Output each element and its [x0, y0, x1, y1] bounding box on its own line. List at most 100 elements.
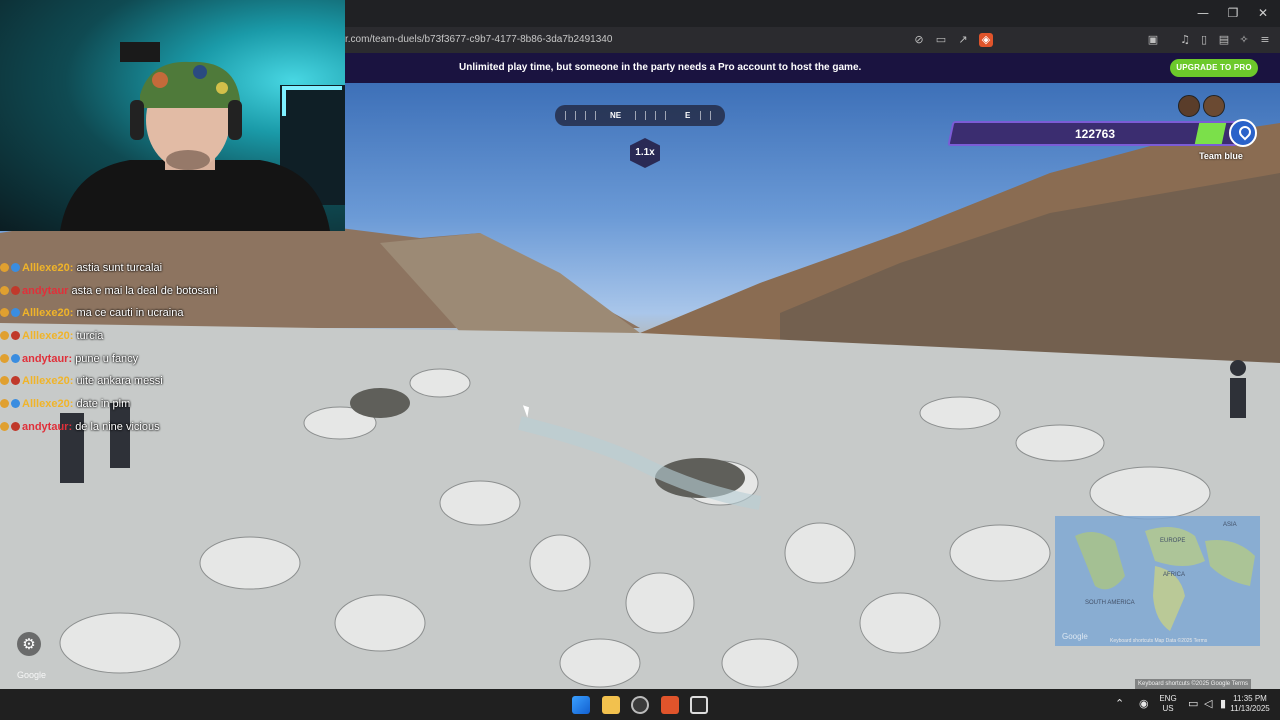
- health-bar-fill: [1194, 123, 1227, 144]
- chat-badge-icon: [11, 331, 20, 341]
- cast-icon[interactable]: ▭: [934, 33, 948, 47]
- wallet-icon[interactable]: ▤: [1217, 33, 1231, 47]
- chat-badge-icon: [0, 263, 9, 272]
- clock-date: 11/13/2025: [1230, 704, 1270, 713]
- compass-tick: [565, 111, 566, 120]
- chat-text: date in plm: [76, 398, 131, 411]
- start-windows-icon[interactable]: [572, 696, 590, 714]
- chat-message: andytaur asta e mai la deal de botosani: [0, 282, 330, 305]
- compass-tick: [665, 111, 666, 120]
- chat-badge-icon: [0, 353, 9, 363]
- brave-browser-icon[interactable]: [661, 696, 679, 714]
- minimap-label: ASIA: [1223, 522, 1237, 528]
- location-pin-icon: [1229, 119, 1257, 147]
- webcam-overlay: [0, 0, 345, 231]
- minimap-footer: Keyboard shortcuts Map Data ©2025 Terms: [1110, 638, 1208, 644]
- chat-username[interactable]: andytaur: [22, 285, 68, 297]
- microphone-icon[interactable]: ◉: [1139, 698, 1149, 710]
- file-explorer-icon[interactable]: [602, 696, 620, 714]
- chat-badge-icon: [11, 263, 20, 272]
- world-map: [1075, 527, 1255, 631]
- stream-chat: Alllexe20: astia sunt turcalai andytaur a…: [0, 259, 330, 441]
- chat-badge-icon: [0, 331, 9, 341]
- screen: — ❐ ✕ r.com/team-duels/b73f3677-c9b7-417…: [0, 0, 1280, 720]
- chat-message: Alllexe20: ma ce cauti in ucraina: [0, 304, 330, 327]
- chat-text: pune u fancy: [75, 352, 139, 365]
- chat-message: Alllexe20: uite ankara messi: [0, 372, 330, 395]
- chat-message: Alllexe20: date in plm: [0, 395, 330, 418]
- region-code: US: [1162, 704, 1174, 713]
- player-avatar: [1178, 95, 1200, 117]
- chat-username[interactable]: andytaur:: [22, 421, 72, 433]
- volume-icon[interactable]: ◁: [1204, 698, 1212, 710]
- clock[interactable]: 11:35 PM 11/13/2025: [1230, 694, 1270, 714]
- chat-username[interactable]: Alllexe20:: [22, 330, 73, 342]
- compass-tick: [595, 111, 596, 120]
- compass-tick: [635, 111, 636, 120]
- google-logo: Google: [17, 670, 47, 680]
- chat-message: andytaur: de la nine vicious: [0, 418, 330, 441]
- sidebar-icon[interactable]: ▯: [1197, 33, 1211, 47]
- clock-time: 11:35 PM: [1233, 694, 1267, 703]
- chat-username[interactable]: Alllexe20:: [22, 398, 73, 410]
- settings-gear-icon[interactable]: ⚙: [17, 632, 41, 656]
- guess-minimap[interactable]: EUROPE AFRICA ASIA SOUTH AMERICA Keyboar…: [1055, 516, 1260, 646]
- compass-tick: [575, 111, 576, 120]
- compass-label-e: E: [685, 111, 691, 120]
- team-health-value: 122763: [1074, 127, 1116, 141]
- mute-icon[interactable]: ⊘: [912, 33, 926, 47]
- chat-badge-icon: [11, 399, 20, 409]
- chat-message: andytaur: pune u fancy: [0, 350, 330, 373]
- windows-taskbar: ⌃ ENG US ◉ ▭ ◁ ▮ 11:35 PM 11/13/2025: [0, 689, 1280, 720]
- chat-badge-icon: [11, 376, 20, 386]
- chat-text: astia sunt turcalai: [76, 262, 163, 274]
- compass: NE E: [555, 105, 725, 126]
- chat-text: uite ankara messi: [76, 375, 163, 388]
- address-bar: r.com/team-duels/b73f3677-c9b7-4177-8b86…: [345, 27, 1280, 53]
- chat-badge-icon: [11, 421, 20, 431]
- maps-footer[interactable]: Keyboard shortcuts ©2025 Google Terms: [1135, 679, 1252, 689]
- wifi-icon[interactable]: ▭: [1188, 698, 1198, 710]
- minimap-label: EUROPE: [1160, 538, 1186, 544]
- chat-badge-icon: [0, 421, 9, 431]
- obs-icon[interactable]: [631, 696, 649, 714]
- language-indicator[interactable]: ENG US: [1157, 694, 1179, 714]
- upgrade-to-pro-button[interactable]: UPGRADE TO PRO: [1170, 59, 1258, 77]
- chat-username[interactable]: andytaur:: [22, 353, 72, 365]
- battery-icon[interactable]: ▮: [1220, 698, 1226, 710]
- music-icon[interactable]: ♫: [1178, 33, 1192, 47]
- chat-text: asta e mai la deal de botosani: [71, 284, 218, 297]
- chat-badge-icon: [11, 285, 20, 295]
- chat-text: turcia: [76, 330, 104, 343]
- minimap-label: AFRICA: [1163, 572, 1186, 578]
- compass-label-ne: NE: [610, 111, 622, 120]
- compass-tick: [585, 111, 586, 120]
- compass-tick: [700, 111, 701, 120]
- chat-badge-icon: [0, 285, 9, 295]
- menu-icon[interactable]: ≡: [1258, 33, 1272, 47]
- chat-username[interactable]: Alllexe20:: [22, 307, 73, 319]
- pro-banner: Unlimited play time, but someone in the …: [345, 53, 1280, 83]
- url-field[interactable]: r.com/team-duels/b73f3677-c9b7-4177-8b86…: [345, 32, 612, 48]
- screenshot-icon[interactable]: ▣: [1146, 33, 1160, 47]
- chat-badge-icon: [11, 308, 20, 318]
- chat-badge-icon: [11, 353, 20, 363]
- app-icon[interactable]: [690, 696, 708, 714]
- chat-text: ma ce cauti in ucraina: [76, 307, 184, 320]
- chat-badge-icon: [0, 376, 9, 386]
- brave-shield-icon[interactable]: ◈: [979, 33, 993, 47]
- minimap-google-logo: Google: [1062, 632, 1088, 641]
- restore-button[interactable]: ❐: [1216, 0, 1250, 27]
- close-button[interactable]: ✕: [1246, 0, 1280, 27]
- chevron-up-icon[interactable]: ⌃: [1115, 698, 1124, 710]
- streamer-portrait: [60, 42, 345, 231]
- language-code: ENG: [1159, 694, 1177, 703]
- chat-username[interactable]: Alllexe20:: [22, 375, 73, 387]
- share-icon[interactable]: ↗: [956, 33, 970, 47]
- chat-badge-icon: [0, 308, 9, 318]
- leo-ai-icon[interactable]: ✧: [1237, 33, 1251, 47]
- chat-text: de la nine vicious: [75, 420, 160, 433]
- chat-username[interactable]: Alllexe20:: [22, 262, 73, 274]
- chat-badge-icon: [0, 399, 9, 409]
- minimize-button[interactable]: —: [1186, 0, 1220, 27]
